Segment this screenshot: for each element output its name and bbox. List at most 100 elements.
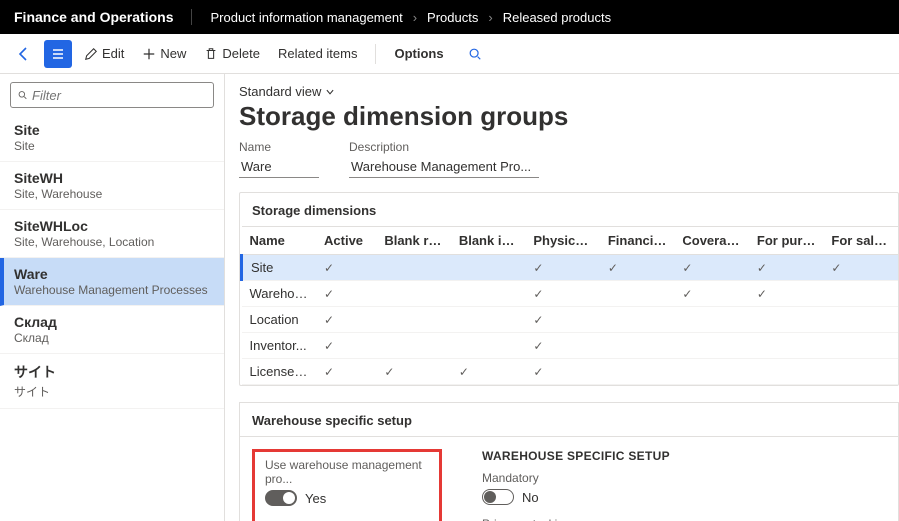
filter-input[interactable]: [32, 88, 207, 103]
grid-column-header[interactable]: Name: [242, 227, 317, 255]
grid-column-header[interactable]: Active: [316, 227, 376, 255]
list-item-title: サイト: [14, 362, 210, 382]
check-icon: ✓: [757, 287, 767, 301]
grid-column-header[interactable]: For purcha...: [749, 227, 824, 255]
row-name-cell: Inventor...: [242, 333, 317, 359]
mandatory-toggle[interactable]: No: [482, 489, 670, 505]
list-panel-button[interactable]: [44, 40, 72, 68]
check-icon: ✓: [533, 261, 543, 275]
view-label: Standard view: [239, 84, 321, 99]
use-wmp-label: Use warehouse management pro...: [265, 458, 429, 486]
delete-button[interactable]: Delete: [198, 42, 266, 65]
row-check-cell: [451, 307, 526, 333]
view-selector[interactable]: Standard view: [239, 84, 899, 99]
check-icon: ✓: [533, 287, 543, 301]
row-check-cell: ✓: [749, 281, 824, 307]
row-check-cell: ✓: [316, 307, 376, 333]
grid-column-header[interactable]: Coverage ...: [674, 227, 749, 255]
list-item[interactable]: SiteWHLocSite, Warehouse, Location: [0, 210, 224, 258]
list-panel: SiteSiteSiteWHSite, WarehouseSiteWHLocSi…: [0, 74, 225, 521]
row-check-cell: ✓: [525, 333, 600, 359]
back-button[interactable]: [10, 40, 38, 68]
description-field: Description Warehouse Management Pro...: [349, 140, 539, 178]
list-item-title: Склад: [14, 314, 210, 330]
trash-icon: [204, 47, 218, 61]
check-icon: ✓: [324, 313, 334, 327]
check-icon: ✓: [757, 261, 767, 275]
check-icon: ✓: [831, 261, 841, 275]
grid-column-header[interactable]: For sales p...: [823, 227, 898, 255]
row-check-cell: [823, 333, 898, 359]
check-icon: ✓: [533, 313, 543, 327]
row-check-cell: ✓: [674, 281, 749, 307]
name-value[interactable]: Ware: [239, 156, 319, 178]
command-bar: Edit New Delete Related items Options: [0, 34, 899, 74]
table-row[interactable]: Site✓✓✓✓✓✓: [242, 255, 899, 281]
row-name-cell: Warehou...: [242, 281, 317, 307]
delete-label: Delete: [222, 46, 260, 61]
storage-dimensions-group: Storage dimensions NameActiveBlank recei…: [239, 192, 899, 386]
row-check-cell: [451, 281, 526, 307]
filter-box[interactable]: [10, 82, 214, 108]
dimensions-grid[interactable]: NameActiveBlank recei...Blank issue...Ph…: [240, 226, 898, 385]
warehouse-setup-section-title: WAREHOUSE SPECIFIC SETUP: [482, 449, 670, 463]
chevron-right-icon: ›: [413, 10, 417, 25]
grid-column-header[interactable]: Blank recei...: [376, 227, 451, 255]
check-icon: ✓: [384, 365, 394, 379]
row-check-cell: [376, 255, 451, 281]
row-check-cell: [451, 255, 526, 281]
row-check-cell: [749, 307, 824, 333]
list-icon: [50, 46, 66, 62]
page-title: Storage dimension groups: [239, 101, 899, 132]
options-button[interactable]: Options: [388, 42, 449, 65]
check-icon: ✓: [682, 287, 692, 301]
grid-column-header[interactable]: Financial i...: [600, 227, 675, 255]
related-items-button[interactable]: Related items: [272, 42, 363, 65]
row-check-cell: [451, 333, 526, 359]
crumb-products[interactable]: Products: [427, 10, 478, 25]
list-item[interactable]: SiteWHSite, Warehouse: [0, 162, 224, 210]
row-name-cell: Site: [242, 255, 317, 281]
crumb-released[interactable]: Released products: [503, 10, 611, 25]
check-icon: ✓: [459, 365, 469, 379]
row-check-cell: [823, 307, 898, 333]
grid-column-header[interactable]: Physical in...: [525, 227, 600, 255]
name-label: Name: [239, 140, 319, 154]
new-button[interactable]: New: [136, 42, 192, 65]
warehouse-setup-header[interactable]: Warehouse specific setup: [239, 402, 899, 436]
warehouse-setup-body: Use warehouse management pro... Yes WARE…: [239, 436, 899, 521]
edit-button[interactable]: Edit: [78, 42, 130, 65]
main-area: SiteSiteSiteWHSite, WarehouseSiteWHLocSi…: [0, 74, 899, 521]
chevron-right-icon: ›: [488, 10, 492, 25]
list-item-subtitle: Site: [14, 139, 210, 153]
row-check-cell: ✓: [600, 255, 675, 281]
use-wmp-toggle[interactable]: Yes: [265, 490, 429, 506]
row-name-cell: Location: [242, 307, 317, 333]
grid-column-header[interactable]: Blank issue...: [451, 227, 526, 255]
description-value[interactable]: Warehouse Management Pro...: [349, 156, 539, 178]
row-check-cell: ✓: [525, 307, 600, 333]
list-item[interactable]: SiteSite: [0, 114, 224, 162]
row-check-cell: [600, 359, 675, 385]
check-icon: ✓: [533, 365, 543, 379]
list-item-title: Ware: [14, 266, 210, 282]
storage-dimensions-header[interactable]: Storage dimensions: [240, 193, 898, 226]
list-item[interactable]: СкладСклад: [0, 306, 224, 354]
highlight-box: Use warehouse management pro... Yes: [252, 449, 442, 521]
row-check-cell: [823, 281, 898, 307]
row-check-cell: ✓: [525, 281, 600, 307]
table-row[interactable]: Inventor...✓✓: [242, 333, 899, 359]
crumb-module[interactable]: Product information management: [210, 10, 402, 25]
pencil-icon: [84, 47, 98, 61]
list-item-title: SiteWH: [14, 170, 210, 186]
list-item[interactable]: WareWarehouse Management Processes: [0, 258, 224, 306]
row-check-cell: ✓: [525, 255, 600, 281]
check-icon: ✓: [324, 365, 334, 379]
table-row[interactable]: Location ✓ ✓: [242, 307, 899, 333]
list-item[interactable]: サイトサイト: [0, 354, 224, 409]
row-check-cell: [376, 281, 451, 307]
row-check-cell: [376, 307, 451, 333]
table-row[interactable]: License p...✓✓✓✓: [242, 359, 899, 385]
table-row[interactable]: Warehou...✓✓✓✓: [242, 281, 899, 307]
search-button[interactable]: [462, 43, 488, 65]
